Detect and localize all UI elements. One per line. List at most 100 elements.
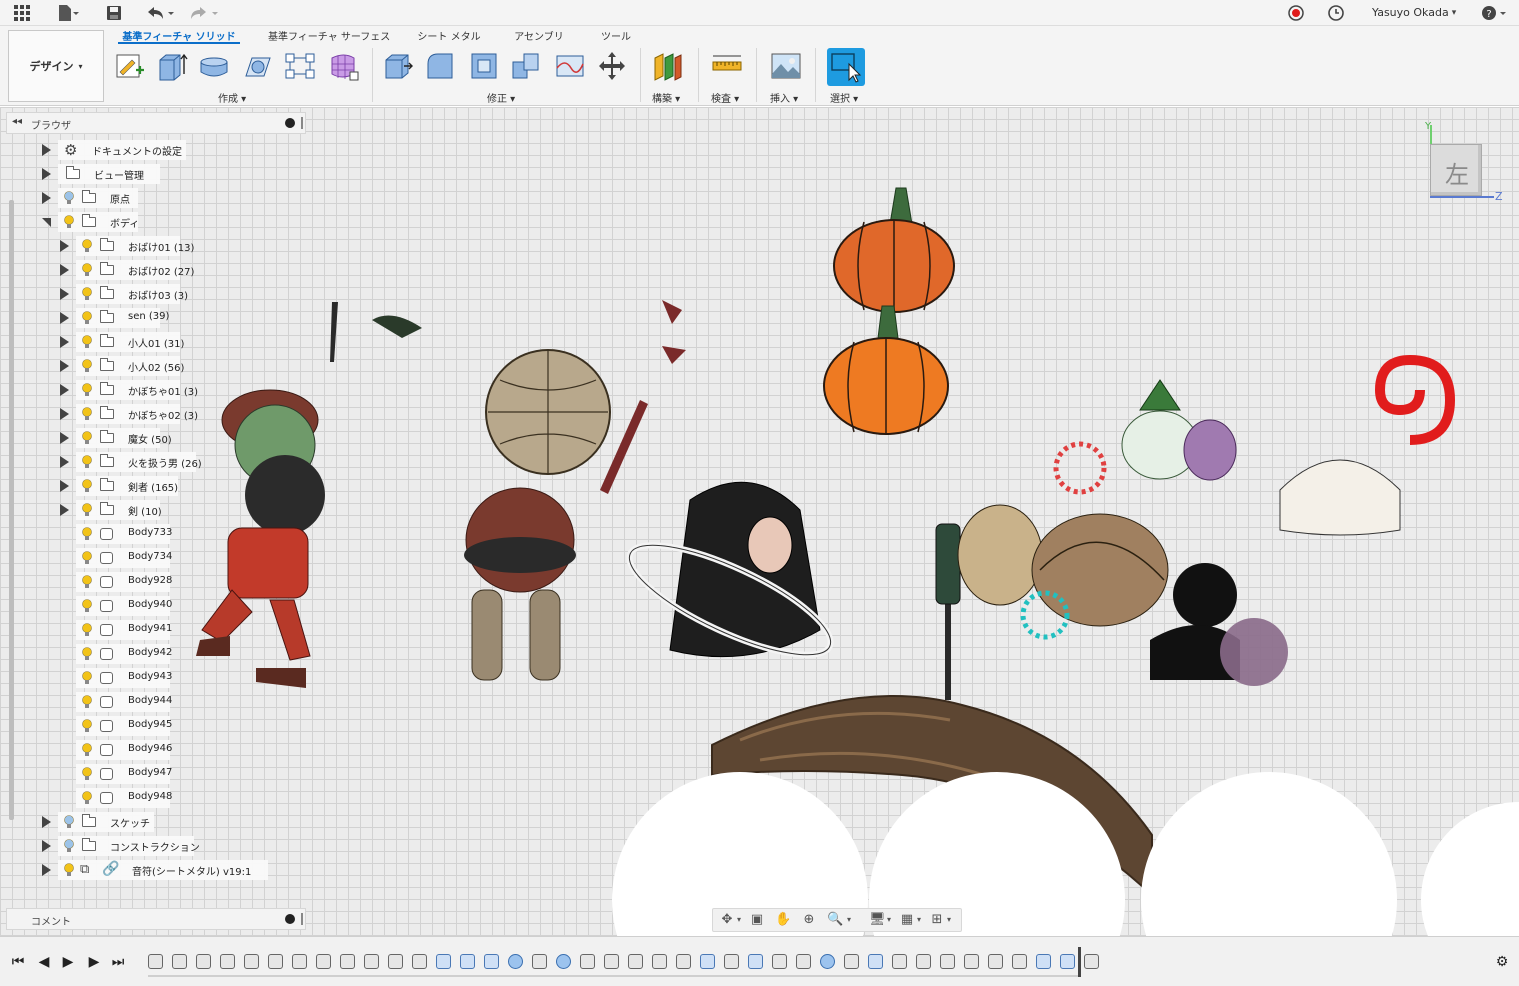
modify-group-label[interactable]: 修正 ▾ [487,90,515,105]
browser-tree-item[interactable]: Body940 [58,595,200,617]
timeline-feature-icon[interactable] [1060,954,1075,969]
timeline-feature-icon[interactable] [652,954,667,969]
visibility-bulb-icon[interactable] [82,335,92,349]
browser-tree-item[interactable]: Body734 [58,547,200,569]
pan-hand-icon[interactable]: ✋ [775,913,791,927]
browser-pin-icon[interactable] [301,117,303,129]
workspace-switcher-button[interactable]: デザイン ▾ [8,30,104,102]
timeline-feature-icon[interactable] [940,954,955,969]
tab-surface[interactable]: 基準フィーチャ サーフェス [268,28,390,44]
timeline-settings-gear-icon[interactable]: ⚙ [1494,953,1510,971]
fit-chevron-down-icon[interactable]: ▾ [845,913,853,927]
expand-triangle-icon[interactable] [42,864,51,876]
browser-tree-item[interactable]: 剣 (10) [58,499,190,521]
expand-triangle-icon[interactable] [60,408,69,420]
expand-triangle-icon[interactable] [60,456,69,468]
visibility-bulb-icon[interactable] [82,623,92,637]
expand-triangle-icon[interactable] [42,144,51,156]
timeline-feature-icon[interactable] [436,954,451,969]
browser-tree-item[interactable]: Body948 [58,787,200,809]
create-form-tool[interactable] [328,50,360,82]
shell-tool[interactable] [468,50,500,82]
browser-tree-item[interactable]: おばけ01 (13) [58,235,210,257]
visibility-bulb-icon[interactable] [82,431,92,445]
fillet-tool[interactable] [424,50,456,82]
visibility-bulb-icon[interactable] [82,743,92,757]
timeline-feature-icon[interactable] [796,954,811,969]
timeline-marker[interactable] [1078,947,1081,977]
browser-tree-item[interactable]: sen (39) [58,307,190,329]
select-tool[interactable] [827,48,865,86]
browser-tree-item[interactable]: 原点 [40,187,168,209]
browser-scrollbar[interactable] [9,200,14,820]
app-grid-icon[interactable] [12,3,32,23]
timeline-feature-icon[interactable] [172,954,187,969]
timeline-feature-icon[interactable] [1012,954,1027,969]
expand-triangle-icon[interactable] [42,192,51,204]
visibility-bulb-icon[interactable] [64,191,74,205]
expand-triangle-icon[interactable] [42,840,51,852]
visibility-bulb-icon[interactable] [64,839,74,853]
measure-tool[interactable] [711,50,743,82]
record-icon[interactable] [1287,3,1305,23]
browser-minus-icon[interactable] [285,118,295,128]
expand-triangle-icon[interactable] [60,504,69,516]
timeline-feature-icon[interactable] [148,954,163,969]
timeline-feature-icon[interactable] [1036,954,1051,969]
look-at-icon[interactable]: ▣ [749,913,765,927]
display-chevron-down-icon[interactable]: ▾ [885,913,893,927]
timeline-feature-icon[interactable] [244,954,259,969]
timeline-play-icon[interactable]: ▶ [60,953,76,971]
browser-tree-item[interactable]: おばけ03 (3) [58,283,210,305]
browser-tree-item[interactable]: ボディ [40,211,168,233]
visibility-bulb-icon[interactable] [82,239,92,253]
visibility-bulb-icon[interactable] [82,719,92,733]
pattern-tool[interactable] [284,50,316,82]
viewports-icon[interactable]: ⊞ [929,913,945,927]
timeline-feature-icon[interactable] [532,954,547,969]
timeline-feature-icon[interactable] [964,954,979,969]
combine-tool[interactable] [510,50,542,82]
expand-triangle-icon[interactable] [60,360,69,372]
visibility-bulb-icon[interactable] [82,791,92,805]
save-icon[interactable] [104,3,124,23]
viewports-chevron-down-icon[interactable]: ▾ [945,913,953,927]
expand-triangle-icon[interactable] [60,312,69,324]
visibility-bulb-icon[interactable] [82,503,92,517]
visibility-bulb-icon[interactable] [82,455,92,469]
timeline-feature-icon[interactable] [892,954,907,969]
visibility-bulb-icon[interactable] [82,647,92,661]
display-settings-icon[interactable]: 🖥 [869,913,886,927]
browser-header[interactable]: ◂◂ ブラウザ [6,112,306,134]
browser-tree-item[interactable]: Body928 [58,571,200,593]
add-comment-icon[interactable] [285,914,295,924]
browser-tree-item[interactable]: Body941 [58,619,200,641]
browser-tree-item[interactable]: 剣者 (165) [58,475,208,497]
timeline-feature-icon[interactable] [628,954,643,969]
visibility-bulb-icon[interactable] [64,815,74,829]
expand-triangle-icon[interactable] [42,816,51,828]
timeline-feature-icon[interactable] [580,954,595,969]
browser-tree-item[interactable]: Body944 [58,691,200,713]
tab-sheet-metal[interactable]: シート メタル [414,28,484,44]
tab-assembly[interactable]: アセンブリ [512,28,566,44]
collapse-triangle-icon[interactable] [42,218,51,227]
timeline-feature-icon[interactable] [364,954,379,969]
browser-tree-item[interactable]: かぼちゃ02 (3) [58,403,210,425]
visibility-bulb-icon[interactable] [82,407,92,421]
browser-tree-item[interactable]: 魔女 (50) [58,427,190,449]
visibility-bulb-icon[interactable] [82,263,92,277]
tab-solid[interactable]: 基準フィーチャ ソリッド [118,28,240,44]
expand-triangle-icon[interactable] [60,480,69,492]
timeline-feature-icon[interactable] [484,954,499,969]
grid-chevron-down-icon[interactable]: ▾ [915,913,923,927]
browser-tree-item[interactable]: Body942 [58,643,200,665]
tab-tools[interactable]: ツール [596,28,636,44]
inspect-group-label[interactable]: 検査 ▾ [711,90,739,105]
visibility-bulb-icon[interactable] [64,215,74,229]
browser-tree-item[interactable]: Body947 [58,763,200,785]
timeline-feature-icon[interactable] [844,954,859,969]
timeline-feature-icon[interactable] [676,954,691,969]
grid-settings-icon[interactable]: ▦ [899,913,915,927]
expand-triangle-icon[interactable] [42,168,51,180]
